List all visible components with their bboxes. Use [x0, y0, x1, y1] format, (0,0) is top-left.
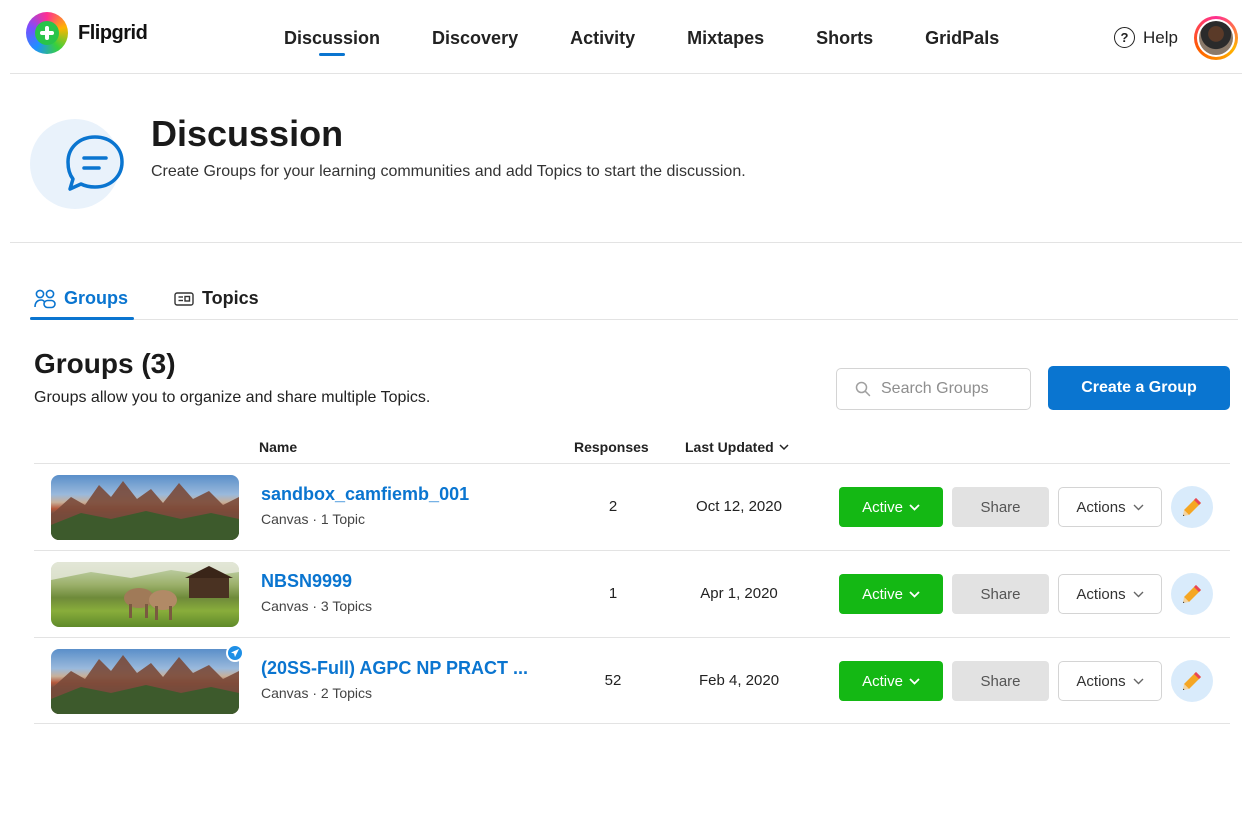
- brand-name: Flipgrid: [78, 21, 148, 44]
- tab-groups[interactable]: Groups: [30, 286, 135, 320]
- status-dropdown-button[interactable]: Active: [839, 661, 943, 701]
- chevron-down-icon: [1133, 678, 1144, 684]
- nav-discovery[interactable]: Discovery: [406, 0, 544, 74]
- pencil-icon: [1183, 498, 1201, 516]
- chevron-down-icon: [909, 590, 920, 598]
- help-icon: ?: [1114, 27, 1136, 48]
- group-thumbnail[interactable]: [51, 562, 239, 627]
- actions-label: Actions: [1076, 672, 1126, 690]
- table-row: NBSN9999 Canvas · 3 Topics 1 Apr 1, 2020…: [34, 550, 1230, 637]
- nav-activity[interactable]: Activity: [544, 0, 661, 74]
- airplane-icon: [226, 644, 244, 662]
- people-icon: [34, 289, 56, 308]
- status-label: Active: [862, 498, 903, 516]
- groups-section: Groups Topics Groups (3) Groups allow yo…: [10, 244, 1242, 815]
- page-title: Discussion: [151, 113, 344, 154]
- group-meta: Canvas · 3 Topics: [261, 598, 373, 614]
- groups-heading: Groups (3): [34, 348, 176, 379]
- tab-bar: Groups Topics: [30, 286, 1238, 320]
- table-row: (20SS-Full) AGPC NP PRACT ... Canvas · 2…: [34, 637, 1230, 724]
- status-label: Active: [862, 585, 903, 603]
- search-groups-field[interactable]: [836, 368, 1031, 410]
- column-header-last-updated-label: Last Updated: [685, 439, 774, 455]
- avatar[interactable]: [1194, 16, 1238, 60]
- help-label: Help: [1143, 27, 1178, 47]
- share-button[interactable]: Share: [952, 661, 1049, 701]
- page-subtitle: Create Groups for your learning communit…: [151, 163, 746, 180]
- group-meta: Canvas · 2 Topics: [261, 685, 373, 701]
- chevron-down-icon: [909, 677, 920, 685]
- group-name-link[interactable]: NBSN9999: [261, 571, 352, 592]
- group-last-updated: Feb 4, 2020: [698, 672, 780, 689]
- pencil-icon: [1183, 672, 1201, 690]
- page-header: Discussion Create Groups for your learni…: [10, 75, 1242, 243]
- status-dropdown-button[interactable]: Active: [839, 487, 943, 527]
- top-navigation: Flipgrid Discussion Discovery Activity M…: [10, 0, 1242, 74]
- nav-gridpals[interactable]: GridPals: [899, 0, 1025, 74]
- mountain-image: [51, 655, 239, 714]
- topic-card-icon: [174, 291, 194, 306]
- actions-dropdown-button[interactable]: Actions: [1058, 661, 1162, 701]
- help-link[interactable]: ? Help: [1114, 27, 1178, 48]
- share-button[interactable]: Share: [952, 487, 1049, 527]
- search-icon: [855, 381, 871, 397]
- tab-topics[interactable]: Topics: [170, 286, 265, 319]
- group-last-updated: Oct 12, 2020: [696, 498, 782, 515]
- tab-groups-label: Groups: [64, 288, 129, 308]
- share-button[interactable]: Share: [952, 574, 1049, 614]
- pencil-icon: [1183, 585, 1201, 603]
- status-label: Active: [862, 672, 903, 690]
- actions-dropdown-button[interactable]: Actions: [1058, 574, 1162, 614]
- nav-discussion[interactable]: Discussion: [258, 0, 406, 74]
- flipgrid-logo[interactable]: Flipgrid: [26, 12, 148, 54]
- actions-label: Actions: [1076, 498, 1126, 516]
- group-thumbnail[interactable]: [51, 649, 239, 714]
- groups-table: sandbox_camfiemb_001 Canvas · 1 Topic 2 …: [34, 463, 1230, 724]
- actions-dropdown-button[interactable]: Actions: [1058, 487, 1162, 527]
- actions-label: Actions: [1076, 585, 1126, 603]
- group-last-updated: Apr 1, 2020: [700, 585, 778, 602]
- search-input[interactable]: [881, 380, 1021, 398]
- discussion-chat-icon: [66, 135, 124, 191]
- column-header-responses: Responses: [574, 439, 649, 455]
- group-name-link[interactable]: (20SS-Full) AGPC NP PRACT ...: [261, 658, 528, 679]
- mountain-image: [51, 481, 239, 540]
- group-meta: Canvas · 1 Topic: [261, 511, 366, 527]
- nav-mixtapes[interactable]: Mixtapes: [661, 0, 790, 74]
- nav-shorts[interactable]: Shorts: [790, 0, 899, 74]
- chevron-down-icon: [779, 443, 789, 450]
- group-responses: 52: [604, 672, 622, 689]
- table-row: sandbox_camfiemb_001 Canvas · 1 Topic 2 …: [34, 463, 1230, 550]
- flipgrid-logo-icon: [26, 12, 68, 54]
- cows-image: [51, 562, 239, 620]
- create-group-button[interactable]: Create a Group: [1048, 366, 1230, 410]
- edit-button[interactable]: [1171, 573, 1213, 615]
- group-responses: 2: [608, 498, 618, 515]
- avatar-photo: [1199, 21, 1233, 55]
- chevron-down-icon: [1133, 504, 1144, 510]
- edit-button[interactable]: [1171, 486, 1213, 528]
- groups-description: Groups allow you to organize and share m…: [34, 389, 431, 406]
- edit-button[interactable]: [1171, 660, 1213, 702]
- main-nav: Discussion Discovery Activity Mixtapes S…: [258, 0, 1025, 74]
- tab-topics-label: Topics: [202, 288, 259, 308]
- chevron-down-icon: [909, 503, 920, 511]
- group-responses: 1: [608, 585, 618, 602]
- column-header-name: Name: [259, 439, 298, 455]
- chevron-down-icon: [1133, 591, 1144, 597]
- group-thumbnail[interactable]: [51, 475, 239, 540]
- status-dropdown-button[interactable]: Active: [839, 574, 943, 614]
- group-name-link[interactable]: sandbox_camfiemb_001: [261, 484, 469, 505]
- column-header-last-updated[interactable]: Last Updated: [685, 439, 789, 455]
